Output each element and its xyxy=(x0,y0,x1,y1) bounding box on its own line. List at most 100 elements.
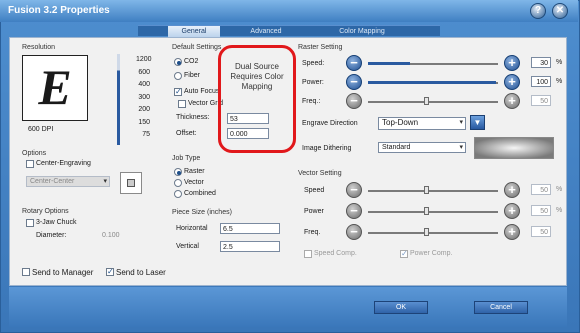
image-dithering-label: Image Dithering xyxy=(302,145,352,152)
chevron-down-icon: ▾ xyxy=(459,144,463,151)
tab-color-mapping[interactable]: Color Mapping xyxy=(322,26,402,37)
tab-advanced[interactable]: Advanced xyxy=(238,26,294,37)
co2-radio[interactable] xyxy=(174,58,182,66)
center-engraving-checkbox[interactable] xyxy=(26,160,34,168)
vector-power-track xyxy=(368,211,498,213)
auto-focus-label: Auto Focus xyxy=(184,88,220,95)
vector-grid-checkbox[interactable] xyxy=(178,100,186,108)
resolution-value: 400 xyxy=(138,81,150,88)
co2-label: CO2 xyxy=(184,58,199,65)
raster-speed-minus-button[interactable]: − xyxy=(346,55,362,71)
send-to-laser-checkbox[interactable]: ✓ xyxy=(106,268,114,276)
engrave-direction-value: Top-Down xyxy=(382,118,419,127)
vector-freq-knob[interactable] xyxy=(424,228,429,236)
power-comp-label: Power Comp. xyxy=(410,250,453,257)
vector-freq-minus-button[interactable]: − xyxy=(346,224,362,240)
ok-button[interactable]: OK xyxy=(374,301,428,314)
send-to-manager-checkbox[interactable] xyxy=(22,268,30,276)
cancel-button[interactable]: Cancel xyxy=(474,301,528,314)
job-type-label: Job Type xyxy=(172,155,201,162)
center-position-select[interactable]: Center-Center ▾ xyxy=(26,176,110,187)
vector-freq-track xyxy=(368,232,498,234)
vector-freq-plus-button[interactable]: + xyxy=(504,224,520,240)
raster-freq-minus-button[interactable]: − xyxy=(346,93,362,109)
resolution-letter: E xyxy=(38,59,72,115)
power-comp-checkbox[interactable]: ✓ xyxy=(400,250,408,258)
raster-power-plus-button[interactable]: + xyxy=(504,74,520,90)
vector-speed-knob[interactable] xyxy=(424,186,429,194)
raster-freq-label: Freq.: xyxy=(302,98,321,105)
combined-radio[interactable] xyxy=(174,190,182,198)
resolution-value: 200 xyxy=(138,106,150,113)
vector-speed-unit: % xyxy=(556,186,563,193)
horizontal-label: Horizontal xyxy=(176,225,208,232)
center-grid-icon[interactable] xyxy=(120,172,142,194)
engrave-direction-label: Engrave Direction xyxy=(302,120,358,127)
raster-freq-plus-button[interactable]: + xyxy=(504,93,520,109)
vector-radio[interactable] xyxy=(174,179,182,187)
send-to-laser-label: Send to Laser xyxy=(116,268,166,277)
vector-speed-plus-button[interactable]: + xyxy=(504,182,520,198)
engrave-direction-select[interactable]: Top-Down ▾ xyxy=(378,117,466,130)
raster-freq-knob[interactable] xyxy=(424,97,429,105)
combined-label: Combined xyxy=(184,190,216,197)
raster-power-minus-button[interactable]: − xyxy=(346,74,362,90)
chuck-checkbox[interactable] xyxy=(26,219,34,227)
horizontal-field[interactable]: 6.5 xyxy=(220,223,280,234)
vector-power-unit: % xyxy=(556,207,563,214)
raster-power-field[interactable]: 100 xyxy=(531,76,551,87)
vector-speed-track xyxy=(368,190,498,192)
vector-power-label: Power xyxy=(304,208,324,215)
raster-speed-plus-button[interactable]: + xyxy=(504,55,520,71)
send-to-manager-label: Send to Manager xyxy=(32,268,94,277)
resolution-values: 1200 600 400 300 200 150 75 xyxy=(136,54,152,142)
options-label: Options xyxy=(22,150,47,157)
diameter-field[interactable]: 0.100 xyxy=(100,230,150,241)
image-dithering-select[interactable]: Standard ▾ xyxy=(378,142,466,153)
raster-power-unit: % xyxy=(556,78,563,85)
offset-label: Offset: xyxy=(176,130,197,137)
resolution-slider[interactable] xyxy=(117,54,120,145)
resolution-value: 600 xyxy=(138,68,150,76)
default-settings-label: Default Settings xyxy=(172,44,222,51)
raster-speed-label: Speed: xyxy=(302,60,325,67)
window-title: Fusion 3.2 Properties xyxy=(8,5,110,16)
vector-speed-field[interactable]: 50 xyxy=(531,184,551,195)
raster-label: Raster xyxy=(184,168,205,175)
tab-bar: General Advanced Color Mapping xyxy=(138,25,440,37)
rotary-options-label: Rotary Options xyxy=(22,208,69,215)
center-engraving-label: Center-Engraving xyxy=(36,160,91,167)
vertical-label: Vertical xyxy=(176,243,199,250)
fiber-radio[interactable] xyxy=(174,72,182,80)
speed-comp-checkbox[interactable] xyxy=(304,250,312,258)
close-icon[interactable]: ✕ xyxy=(552,3,568,19)
vector-power-plus-button[interactable]: + xyxy=(504,203,520,219)
tab-general[interactable]: General xyxy=(168,26,220,37)
vector-power-minus-button[interactable]: − xyxy=(346,203,362,219)
chuck-label: 3-Jaw Chuck xyxy=(36,219,77,226)
vector-power-field[interactable]: 50 xyxy=(531,205,551,216)
dithering-preview xyxy=(474,137,554,159)
piece-size-label: Piece Size (inches) xyxy=(172,209,232,216)
chevron-down-icon: ▾ xyxy=(103,178,107,185)
raster-power-fill xyxy=(368,81,496,84)
raster-setting-label: Raster Setting xyxy=(298,44,343,51)
vector-power-knob[interactable] xyxy=(424,207,429,215)
help-icon[interactable]: ? xyxy=(530,3,546,19)
vector-freq-field[interactable]: 50 xyxy=(531,226,551,237)
callout-text: Dual Source Requires Color Mapping xyxy=(230,62,284,91)
vertical-field[interactable]: 2.5 xyxy=(220,241,280,252)
resolution-value: 150 xyxy=(138,118,150,126)
raster-radio[interactable] xyxy=(174,168,182,176)
resolution-value: 75 xyxy=(142,131,150,138)
resolution-preview: E xyxy=(22,55,88,121)
vector-speed-minus-button[interactable]: − xyxy=(346,182,362,198)
resolution-value: 1200 xyxy=(136,56,152,63)
auto-focus-checkbox[interactable]: ✓ xyxy=(174,88,182,96)
raster-freq-field[interactable]: 50 xyxy=(531,95,551,106)
arrow-down-icon[interactable]: ▼ xyxy=(470,115,485,130)
dpi-label: 600 DPI xyxy=(28,126,54,133)
raster-power-label: Power: xyxy=(302,79,324,86)
center-position-value: Center-Center xyxy=(30,178,75,185)
raster-speed-field[interactable]: 30 xyxy=(531,57,551,68)
